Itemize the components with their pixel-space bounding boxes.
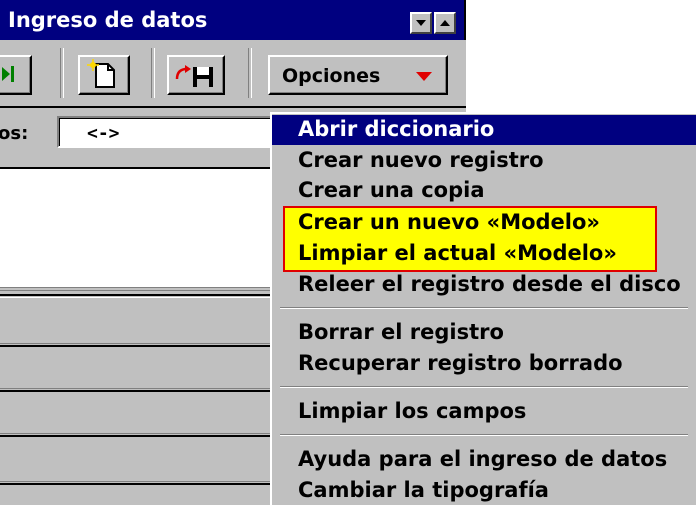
menu-item-open-dictionary[interactable]: Abrir diccionario: [272, 115, 696, 145]
arrow-last-icon: [2, 66, 14, 82]
menu-item-recover-record[interactable]: Recuperar registro borrado: [272, 349, 696, 379]
menu-item-delete-record[interactable]: Borrar el registro: [272, 318, 696, 348]
menu-separator: [280, 307, 688, 309]
field-label: os:: [0, 123, 29, 144]
toolbar-separator: [60, 48, 64, 98]
menu-item-clear-fields[interactable]: Limpiar los campos: [272, 397, 696, 427]
toolbar-divider: [0, 106, 466, 108]
dropdown-arrow-icon: [416, 72, 432, 81]
menu-item-help[interactable]: Ayuda para el ingreso de datos: [272, 445, 696, 475]
toolbar-separator: [248, 48, 252, 98]
menu-item-create-copy[interactable]: Crear una copia: [272, 176, 696, 206]
menu-item-change-font[interactable]: Cambiar la tipografía: [272, 476, 696, 506]
divider: [0, 388, 290, 389]
divider: [0, 481, 290, 482]
divider: [0, 345, 290, 347]
divider: [0, 390, 290, 392]
toolbar-separator: [151, 48, 155, 98]
new-record-button[interactable]: [78, 55, 130, 95]
minimize-button[interactable]: [410, 12, 432, 34]
menu-separator: [280, 434, 688, 436]
field-input[interactable]: <->: [57, 116, 287, 148]
options-label: Opciones: [282, 65, 381, 87]
menu-item-new-model[interactable]: Crear un nuevo «Modelo»: [272, 208, 696, 238]
maximize-button[interactable]: [434, 12, 456, 34]
triangle-up-icon: [440, 20, 450, 26]
divider: [0, 343, 290, 344]
triangle-down-icon: [416, 20, 426, 26]
divider: [0, 294, 290, 296]
menu-item-clear-model[interactable]: Limpiar el actual «Modelo»: [272, 239, 696, 269]
options-button[interactable]: Opciones: [268, 55, 448, 95]
divider: [0, 433, 290, 434]
field-value: <->: [87, 123, 120, 144]
divider: [0, 297, 290, 298]
save-disk-icon: [175, 65, 213, 87]
divider: [0, 290, 290, 291]
divider: [0, 483, 290, 485]
window-title: Ingreso de datos: [8, 8, 208, 32]
new-document-icon: [87, 59, 115, 88]
menu-item-new-record[interactable]: Crear nuevo registro: [272, 146, 696, 176]
menu-item-reread-record[interactable]: Releer el registro desde el disco: [272, 270, 696, 300]
save-record-button[interactable]: [167, 55, 225, 95]
divider: [0, 435, 290, 437]
menu-separator: [280, 386, 688, 388]
options-menu: Abrir diccionario Crear nuevo registro C…: [270, 112, 696, 505]
title-bar[interactable]: Ingreso de datos: [0, 0, 466, 40]
text-area[interactable]: [0, 167, 290, 288]
nav-last-button[interactable]: [0, 55, 32, 95]
